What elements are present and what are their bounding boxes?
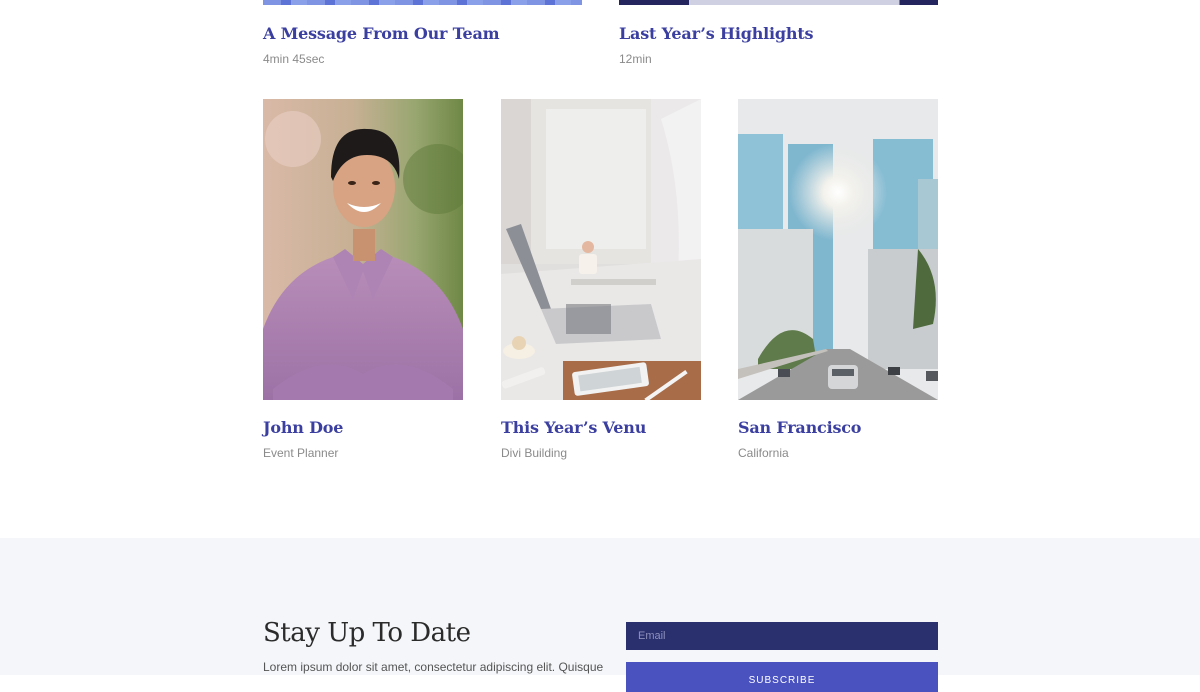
workspace-laptop-photo[interactable] [501,99,701,400]
video-duration: 4min 45sec [263,52,325,66]
card-subtitle: Event Planner [263,446,339,460]
video-title-link[interactable]: Last Year’s Highlights [619,24,814,43]
portrait-photo[interactable] [263,99,463,400]
card-subtitle: California [738,446,789,460]
video-thumbnail[interactable] [263,0,582,5]
video-duration: 12min [619,52,652,66]
newsletter-description: Lorem ipsum dolor sit amet, consectetur … [263,660,604,674]
subscribe-button[interactable]: Subscribe [626,662,938,692]
newsletter-heading: Stay Up To Date [263,618,471,648]
card-title-link[interactable]: San Francisco [738,418,861,437]
card-title-link[interactable]: John Doe [263,418,343,437]
video-thumbnail[interactable] [619,0,938,5]
card-title-link[interactable]: This Year’s Venu [501,418,646,437]
video-title-link[interactable]: A Message From Our Team [263,24,500,43]
newsletter-section: Stay Up To Date Lorem ipsum dolor sit am… [0,538,1200,692]
city-street-photo[interactable] [738,99,938,400]
card-subtitle: Divi Building [501,446,568,460]
email-field[interactable] [626,622,938,650]
